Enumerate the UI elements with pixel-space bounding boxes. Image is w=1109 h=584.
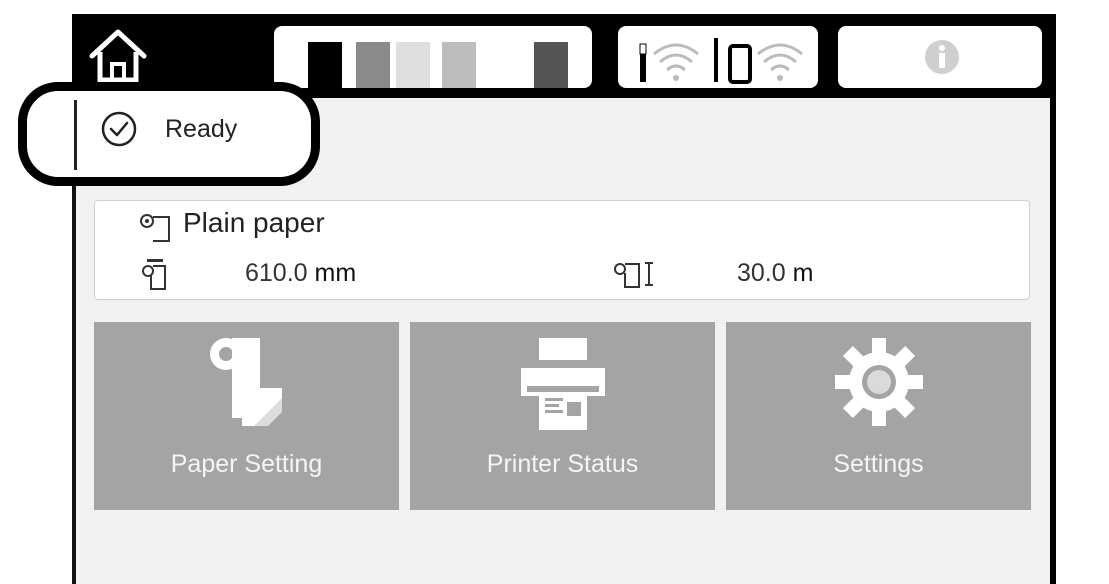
paper-remaining-icon xyxy=(614,262,653,288)
wifi-icon xyxy=(639,43,699,82)
ink-level-gray xyxy=(356,42,390,88)
home-icon xyxy=(89,29,147,83)
paper-width-unit: mm xyxy=(314,259,357,287)
paper-roll-icon xyxy=(140,214,170,242)
paper-width: 610.0 mm xyxy=(245,259,356,288)
ink-level-light-gray xyxy=(396,42,430,88)
paper-setting-label: Paper Setting xyxy=(170,450,323,478)
paper-width-icon xyxy=(142,259,166,290)
wifi-direct-icon xyxy=(728,43,803,84)
paper-remaining-unit: m xyxy=(792,259,814,287)
printer-icon xyxy=(520,338,605,430)
check-circle-icon xyxy=(101,111,137,147)
paper-remaining: 30.0 m xyxy=(737,259,813,288)
info-icon xyxy=(925,40,959,74)
ink-level-matte-black xyxy=(534,42,568,88)
network-status[interactable] xyxy=(618,26,818,88)
settings-label: Settings xyxy=(833,450,924,478)
paper-remaining-value: 30.0 xyxy=(737,259,786,287)
settings-tile[interactable]: Settings xyxy=(726,322,1031,510)
printer-status-label: Printer Status xyxy=(486,450,639,478)
paper-roll-icon xyxy=(209,338,282,426)
home-button[interactable] xyxy=(82,24,154,84)
status-text: Ready xyxy=(165,115,238,143)
paper-width-value: 610.0 xyxy=(245,259,308,287)
gear-icon xyxy=(834,338,923,426)
paper-type: Plain paper xyxy=(183,207,325,238)
paper-info-card[interactable]: Plain paper 610.0 mm 30.0 m xyxy=(94,200,1030,300)
paper-setting-tile[interactable]: Paper Setting xyxy=(94,322,399,510)
info-button[interactable] xyxy=(838,26,1042,88)
ink-levels[interactable] xyxy=(274,26,592,88)
printer-status-tile[interactable]: Printer Status xyxy=(410,322,715,510)
status-left-bar xyxy=(74,100,77,170)
ink-level-black xyxy=(308,42,342,88)
ink-level-light-light-gray xyxy=(442,42,476,88)
status-highlight: Ready xyxy=(18,82,320,186)
